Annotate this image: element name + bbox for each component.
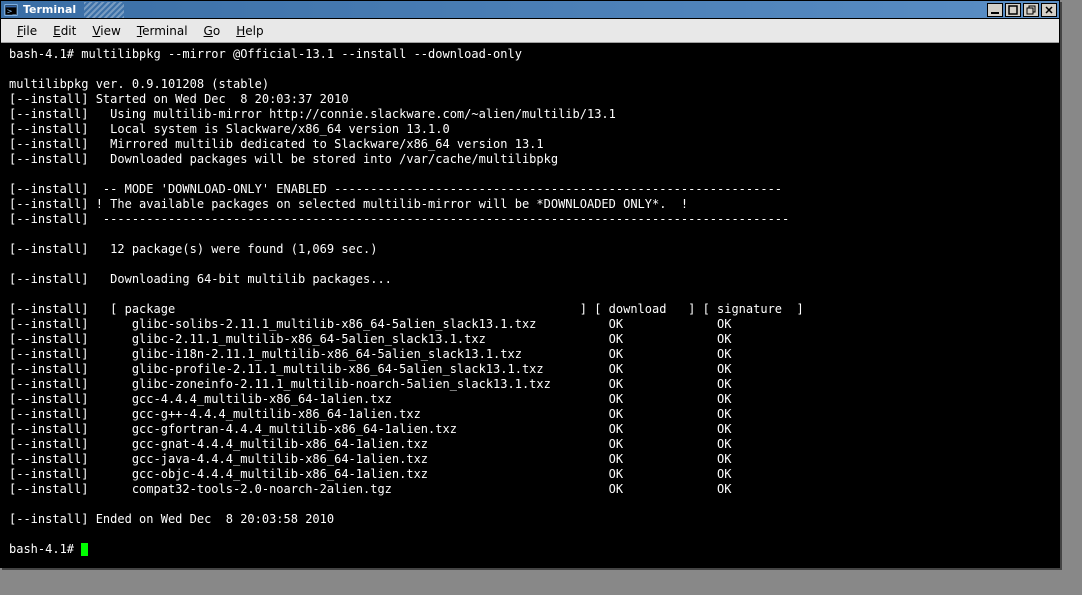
output-line: [--install] Mirrored multilib dedicated … — [9, 137, 544, 151]
output-line: [--install] Using multilib-mirror http:/… — [9, 107, 616, 121]
command: multilibpkg --mirror @Official-13.1 --in… — [81, 47, 522, 61]
table-row: [--install] glibc-solibs-2.11.1_multilib… — [9, 317, 731, 331]
output-line: [--install] 12 package(s) were found (1,… — [9, 242, 377, 256]
terminal-window: >_ Terminal File Edit View Terminal Go H… — [0, 0, 1060, 568]
table-row: [--install] glibc-profile-2.11.1_multili… — [9, 362, 731, 376]
table-row: [--install] gcc-gnat-4.4.4_multilib-x86_… — [9, 437, 731, 451]
output-line: [--install] -- MODE 'DOWNLOAD-ONLY' ENAB… — [9, 182, 782, 196]
table-header: [--install] [ package ] [ download ] [ s… — [9, 302, 804, 316]
table-row: [--install] gcc-objc-4.4.4_multilib-x86_… — [9, 467, 731, 481]
output-line: [--install] ! The available packages on … — [9, 197, 688, 211]
maximize-button[interactable] — [1005, 3, 1021, 17]
titlebar[interactable]: >_ Terminal — [1, 1, 1059, 19]
output-line: [--install] Downloaded packages will be … — [9, 152, 558, 166]
menu-view[interactable]: View — [84, 22, 128, 40]
terminal-icon: >_ — [3, 2, 19, 18]
output-line: [--install] Started on Wed Dec 8 20:03:3… — [9, 92, 349, 106]
table-row: [--install] compat32-tools-2.0-noarch-2a… — [9, 482, 731, 496]
table-row: [--install] gcc-java-4.4.4_multilib-x86_… — [9, 452, 731, 466]
minimize-button[interactable] — [987, 3, 1003, 17]
menu-edit[interactable]: Edit — [45, 22, 84, 40]
table-row: [--install] glibc-i18n-2.11.1_multilib-x… — [9, 347, 731, 361]
svg-text:>_: >_ — [7, 7, 17, 15]
window-title: Terminal — [23, 3, 76, 16]
menu-go[interactable]: Go — [196, 22, 229, 40]
window-controls — [985, 3, 1057, 17]
close-button[interactable] — [1041, 3, 1057, 17]
output-line: [--install] Local system is Slackware/x8… — [9, 122, 450, 136]
output-line: [--install] ----------------------------… — [9, 212, 789, 226]
menu-file[interactable]: File — [9, 22, 45, 40]
table-row: [--install] gcc-g++-4.4.4_multilib-x86_6… — [9, 407, 731, 421]
terminal-output[interactable]: bash-4.1# multilibpkg --mirror @Official… — [1, 43, 1059, 567]
cursor — [81, 543, 88, 556]
output-line: [--install] Downloading 64-bit multilib … — [9, 272, 392, 286]
restore-button[interactable] — [1023, 3, 1039, 17]
menu-terminal[interactable]: Terminal — [129, 22, 196, 40]
table-row: [--install] glibc-zoneinfo-2.11.1_multil… — [9, 377, 731, 391]
table-row: [--install] glibc-2.11.1_multilib-x86_64… — [9, 332, 731, 346]
table-row: [--install] gcc-4.4.4_multilib-x86_64-1a… — [9, 392, 731, 406]
table-row: [--install] gcc-gfortran-4.4.4_multilib-… — [9, 422, 731, 436]
prompt: bash-4.1# — [9, 542, 81, 556]
menubar: File Edit View Terminal Go Help — [1, 19, 1059, 43]
output-line: multilibpkg ver. 0.9.101208 (stable) — [9, 77, 269, 91]
output-line: [--install] Ended on Wed Dec 8 20:03:58 … — [9, 512, 334, 526]
menu-help[interactable]: Help — [228, 22, 271, 40]
titlebar-decoration — [84, 2, 981, 18]
prompt: bash-4.1# — [9, 47, 81, 61]
